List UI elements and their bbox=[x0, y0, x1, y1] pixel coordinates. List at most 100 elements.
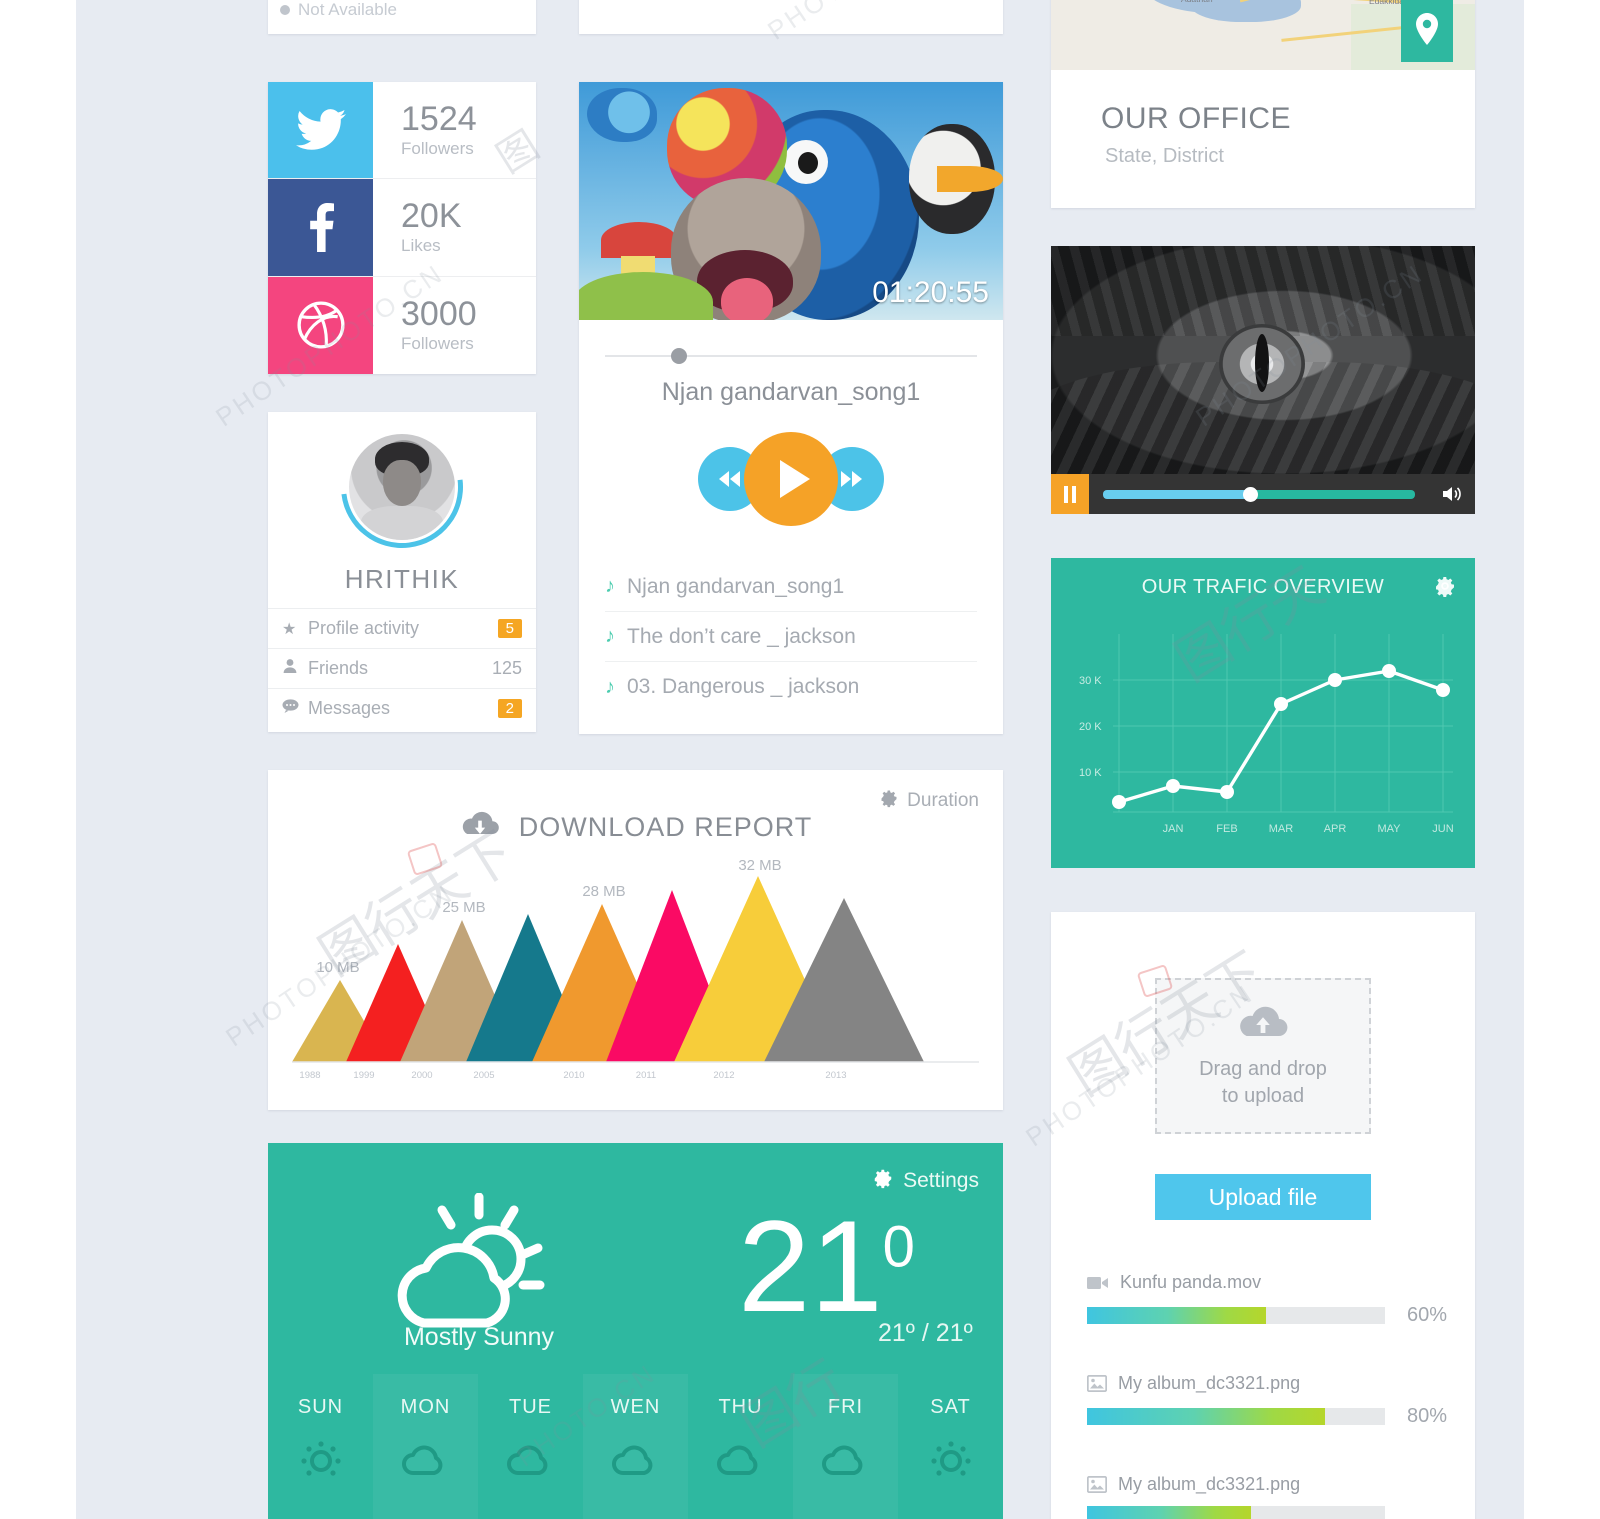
social-stat-value: 1524 bbox=[401, 99, 477, 138]
progress-fill-buffer bbox=[1249, 489, 1415, 499]
forecast-day-label: SAT bbox=[930, 1396, 971, 1418]
drop-zone-line1: Drag and drop bbox=[1199, 1057, 1327, 1080]
chart-bars bbox=[292, 876, 924, 1062]
upload-file-percent: 60% bbox=[1406, 1304, 1447, 1326]
forecast-day-sat[interactable]: SAT bbox=[898, 1374, 1003, 1519]
video-player-card bbox=[1051, 246, 1475, 514]
chart-gridlines bbox=[1113, 634, 1453, 813]
upload-file-header: My album_dc3321.png bbox=[1087, 1474, 1447, 1495]
player-artwork[interactable]: 01:20:55 bbox=[579, 82, 1003, 320]
download-report-title: DOWNLOAD REPORT bbox=[518, 812, 813, 842]
play-button[interactable] bbox=[744, 432, 838, 526]
gear-icon[interactable] bbox=[1433, 574, 1457, 605]
profile-item-profile-activity[interactable]: ★ Profile activity 5 bbox=[268, 608, 536, 648]
play-icon bbox=[780, 460, 810, 498]
x-tick-label: 2005 bbox=[473, 1070, 494, 1081]
sun-icon bbox=[299, 1437, 343, 1486]
office-info: OUR OFFICE State, District bbox=[1051, 70, 1475, 208]
forecast-day-tue[interactable]: TUE bbox=[478, 1374, 583, 1519]
fast-forward-icon bbox=[841, 471, 862, 487]
facebook-icon bbox=[268, 179, 373, 276]
upload-card: Drag and drop to upload Upload file Kunf… bbox=[1051, 912, 1475, 1519]
map-label: Adathari bbox=[1181, 0, 1213, 4]
social-stat-row[interactable]: 3000 Followers bbox=[268, 276, 536, 374]
drag-drop-zone[interactable]: Drag and drop to upload bbox=[1155, 978, 1371, 1134]
profile-status-card-partial: ✕ Not Available bbox=[268, 0, 536, 34]
weather-settings-button[interactable]: Settings bbox=[872, 1167, 979, 1195]
weather-range: 21º / 21º bbox=[878, 1319, 973, 1347]
avatar[interactable] bbox=[316, 401, 488, 573]
social-stat-text: 1524 Followers bbox=[373, 82, 536, 178]
profile-item-messages[interactable]: Messages 2 bbox=[268, 688, 536, 728]
social-stat-value: 20K bbox=[401, 197, 462, 236]
progress-bar bbox=[1087, 1408, 1385, 1425]
forecast-day-fri[interactable]: FRI bbox=[793, 1374, 898, 1519]
chart-data-label: 10 MB bbox=[316, 959, 359, 976]
x-tick-label: MAR bbox=[1269, 823, 1294, 835]
drop-zone-text: Drag and drop to upload bbox=[1199, 1056, 1327, 1110]
volume-button[interactable] bbox=[1429, 485, 1475, 503]
progress-handle[interactable] bbox=[1243, 486, 1259, 502]
video-frame[interactable] bbox=[1051, 246, 1475, 474]
x-tick-label: FEB bbox=[1216, 823, 1237, 835]
upload-file-list: Kunfu panda.mov 60% My album_dc3321.png … bbox=[1087, 1272, 1447, 1519]
pause-button[interactable] bbox=[1051, 474, 1089, 514]
music-player-card: 01:20:55 Njan gandarvan_song1 ♪ Njan gan… bbox=[579, 82, 1003, 734]
x-tick-label: 2010 bbox=[563, 1070, 584, 1081]
player-transport bbox=[579, 432, 1003, 526]
upload-file-header: Kunfu panda.mov bbox=[1087, 1272, 1447, 1293]
message-icon bbox=[282, 699, 308, 718]
forecast-day-mon[interactable]: MON bbox=[373, 1374, 478, 1519]
progress-fill bbox=[1087, 1506, 1251, 1519]
dribbble-icon bbox=[268, 276, 373, 374]
upload-file-button[interactable]: Upload file bbox=[1155, 1174, 1371, 1220]
photo-detail bbox=[383, 460, 421, 506]
x-tick-label: 2013 bbox=[825, 1070, 846, 1081]
upload-file-row: Kunfu panda.mov 60% bbox=[1087, 1272, 1447, 1327]
profile-item-count: 125 bbox=[491, 658, 522, 678]
x-tick-label: JAN bbox=[1163, 823, 1184, 835]
artwork-detail bbox=[721, 278, 773, 320]
upload-file-row: My album_dc3321.png 80% bbox=[1087, 1373, 1447, 1428]
upload-progress-wrap: 60% bbox=[1087, 1304, 1447, 1327]
forecast-day-sun[interactable]: SUN bbox=[268, 1374, 373, 1519]
video-progress-bar[interactable] bbox=[1103, 486, 1415, 502]
office-subtitle: State, District bbox=[1105, 145, 1224, 167]
chart-data-label: 32 MB bbox=[738, 857, 781, 874]
music-note-icon: ♪ bbox=[605, 675, 615, 698]
x-tick-label: 1988 bbox=[299, 1070, 320, 1081]
playlist-item[interactable]: ♪ Njan gandarvan_song1 bbox=[605, 562, 977, 612]
forecast-day-label: TUE bbox=[509, 1396, 552, 1418]
user-icon bbox=[282, 658, 308, 679]
cloud-icon bbox=[400, 1437, 452, 1482]
video-icon bbox=[1087, 1275, 1109, 1291]
forecast-day-label: SUN bbox=[297, 1396, 344, 1418]
seek-handle[interactable] bbox=[671, 348, 687, 364]
progress-bar bbox=[1087, 1307, 1385, 1324]
forecast-day-wen[interactable]: WEN bbox=[583, 1374, 688, 1519]
video-detail bbox=[1051, 246, 1475, 336]
player-seek-bar[interactable] bbox=[605, 346, 977, 366]
chart-data-label: 25 MB bbox=[442, 899, 485, 916]
now-playing-title: Njan gandarvan_song1 bbox=[661, 378, 921, 406]
social-stat-row[interactable]: 20K Likes bbox=[268, 179, 536, 277]
x-tick-label: JUN bbox=[1432, 823, 1453, 835]
y-tick-label: 10 K bbox=[1079, 767, 1102, 779]
profile-header: HRITHIK bbox=[268, 401, 536, 608]
forecast-day-thu[interactable]: THU bbox=[688, 1374, 793, 1519]
degree-symbol: 0 bbox=[882, 1214, 915, 1280]
map-locate-button[interactable] bbox=[1401, 0, 1453, 62]
playlist-item[interactable]: ♪ 03. Dangerous _ jackson bbox=[605, 662, 977, 712]
profile-item-friends[interactable]: Friends 125 bbox=[268, 648, 536, 688]
social-stats-card: 1524 Followers 20K Likes 3000 Followers bbox=[268, 82, 536, 374]
playlist-item[interactable]: ♪ The don’t care _ jackson bbox=[605, 612, 977, 662]
artwork-detail bbox=[587, 88, 657, 142]
social-stat-row[interactable]: 1524 Followers bbox=[268, 82, 536, 180]
x-tick-label: MAY bbox=[1377, 823, 1401, 835]
x-tick-label: 2012 bbox=[713, 1070, 734, 1081]
weather-card: Settings Mostly Sunny 210 21º / 21º SUN … bbox=[268, 1143, 1003, 1519]
sun-icon bbox=[929, 1437, 973, 1486]
chart-data-label: 28 MB bbox=[582, 883, 625, 900]
profile-item-label: Friends bbox=[308, 658, 369, 678]
x-tick-label: 2011 bbox=[636, 1070, 656, 1081]
